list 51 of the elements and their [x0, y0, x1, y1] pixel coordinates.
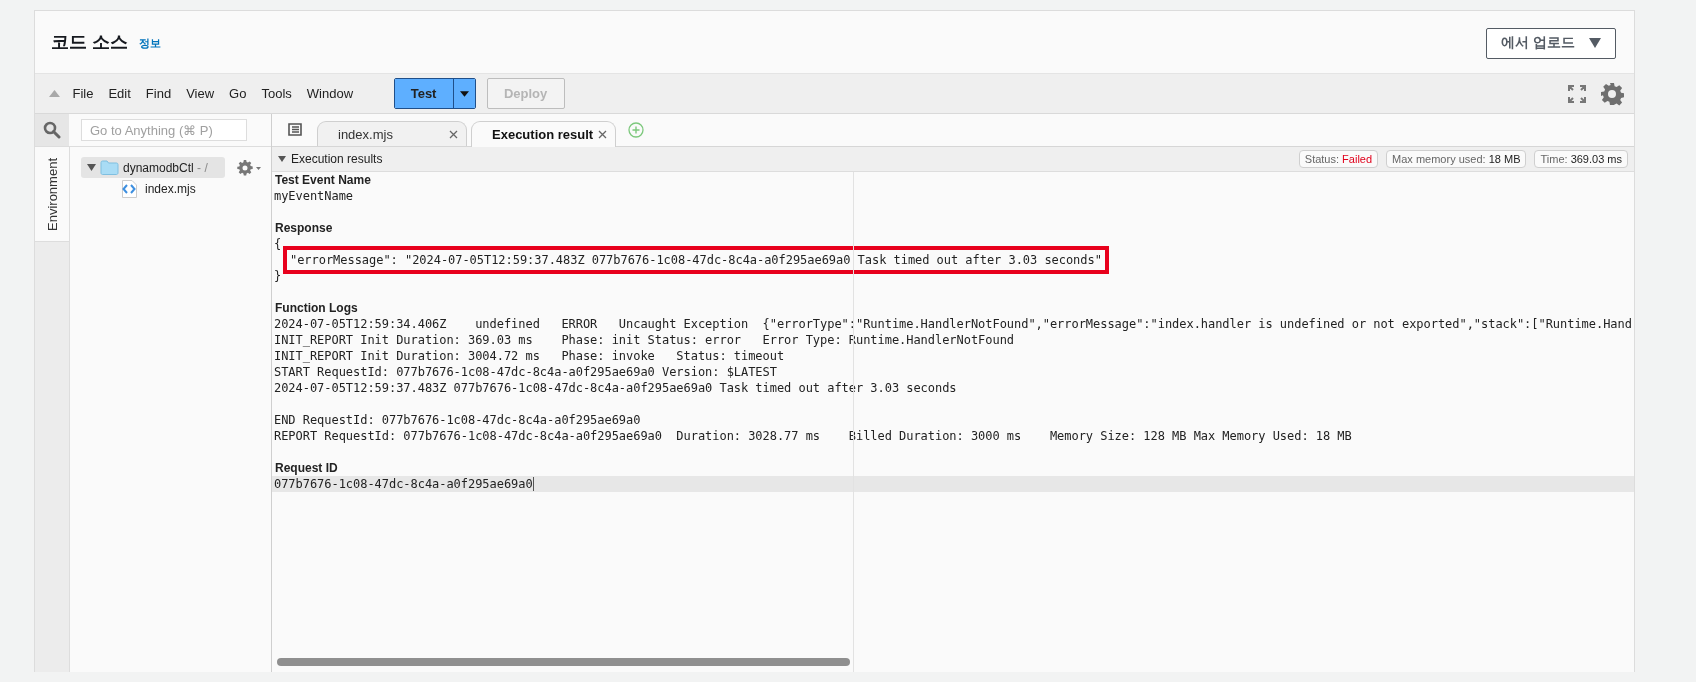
log-line: 2024-07-05T12:59:34.406Z undefined ERROR Uncaught Exception {"errorType":"Runtime.HandlerNotFound","errorMessage":"index.handler is undefined or not exported","stack":["Runtime.Hand: [274, 317, 1632, 331]
log-line: 077b7676-1c08-47dc-8c4a-a0f295ae69a0: [274, 477, 534, 491]
panel-title: Execution results: [291, 152, 383, 166]
menu-item[interactable]: View: [178, 86, 222, 101]
section-heading: Function Logs: [274, 300, 359, 316]
section-heading: Test Event Name: [274, 172, 372, 188]
caret-down-icon[interactable]: [278, 156, 286, 162]
log-line: START RequestId: 077b7676-1c08-47dc-8c4a-a0f295ae69a0 Version: $LATEST: [274, 365, 777, 379]
log-line: 2024-07-05T12:59:37.483Z 077b7676-1c08-47dc-8c4a-a0f295ae69a0 Task timed out after 3.03 seconds: [274, 381, 957, 395]
test-button[interactable]: Test: [394, 79, 454, 108]
log-line: }: [274, 269, 282, 283]
menu-item[interactable]: Edit: [100, 86, 139, 101]
dropdown-button[interactable]: [453, 79, 475, 108]
folder-item[interactable]: dynamodbCtl - /: [81, 157, 225, 178]
editor-tab[interactable]: Execution result: [471, 121, 616, 147]
status-badge: Max memory used: 18 MB: [1386, 150, 1527, 168]
search-icon[interactable]: [43, 121, 61, 139]
log-line: END RequestId: 077b7676-1c08-47dc-8c4a-a0f295ae69a0: [274, 413, 641, 427]
upload-button[interactable]: 에서 업로드: [1486, 27, 1616, 59]
scrollbar[interactable]: [277, 658, 850, 666]
log-line: "errorMessage": "2024-07-05T12:59:37.483Z 077b7676-1c08-47dc-8c4a-a0f295ae69a0 Task timed out after 3.03 seconds": [290, 253, 1102, 267]
menu-item[interactable]: Tools: [253, 86, 300, 101]
log-line: myEventName: [274, 189, 354, 203]
status-badge: Status: Failed: [1298, 150, 1379, 168]
log-line: INIT_REPORT Init Duration: 3004.72 ms Phase: invoke Status: timeout: [274, 349, 785, 363]
close-icon[interactable]: [449, 129, 458, 139]
section-heading: Request ID: [274, 460, 339, 476]
log-line: REPORT RequestId: 077b7676-1c08-47dc-8c4a-a0f295ae69a0 Duration: 3028.77 ms Billed Duration: 3000 ms Memory Size: 128 MB Max Memory Used: 18 MB: [274, 429, 1352, 443]
folder-icon: [100, 160, 119, 175]
source-file-entry[interactable]: index.mjs: [117, 178, 271, 200]
settings-icon[interactable]: [1600, 81, 1624, 106]
fullscreen-icon[interactable]: [1568, 84, 1586, 103]
close-icon[interactable]: [598, 130, 607, 139]
log-line: INIT_REPORT Init Duration: 369.03 ms Phase: init Status: error Error Type: Runtime.HandlerNotFound: [274, 333, 1014, 347]
menu-item[interactable]: Find: [138, 86, 179, 101]
editor-tab[interactable]: index.mjs: [317, 121, 467, 146]
code-file-icon: [121, 180, 137, 198]
settings-icon[interactable]: [237, 159, 261, 176]
tab-list-icon[interactable]: [288, 123, 304, 137]
log-line: {: [274, 237, 282, 251]
caret-down-icon: [1588, 38, 1601, 48]
menu-item[interactable]: Window: [299, 86, 361, 101]
status-badge: Time: 369.03 ms: [1534, 150, 1628, 168]
section-title: 코드 소스: [51, 31, 128, 54]
search-field[interactable]: Go to Anything (⌘ P): [81, 119, 247, 141]
menu-item[interactable]: Go: [221, 86, 254, 101]
caret-down-icon: [459, 90, 469, 97]
caret-down-icon[interactable]: [87, 164, 96, 171]
section-heading: Response: [274, 220, 334, 236]
info-link[interactable]: 정보: [139, 36, 161, 51]
menu-item[interactable]: File: [65, 86, 101, 101]
